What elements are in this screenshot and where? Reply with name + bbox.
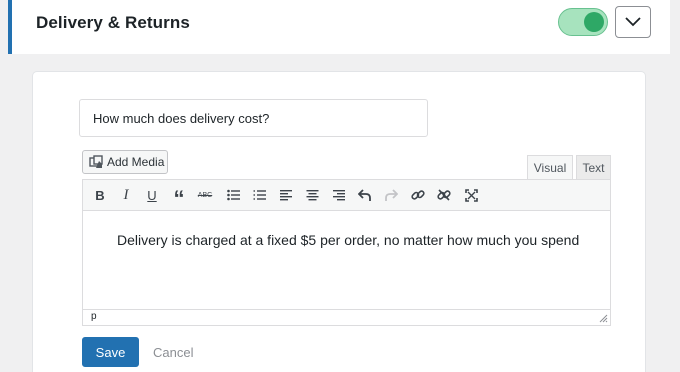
- editor-toolbar: B I U “ ABC: [83, 180, 610, 211]
- toggle-knob: [584, 12, 604, 32]
- add-media-label: Add Media: [107, 155, 165, 169]
- add-media-button[interactable]: Add Media: [82, 150, 168, 174]
- bold-icon[interactable]: B: [89, 185, 111, 205]
- align-left-icon[interactable]: [275, 185, 297, 205]
- numbered-list-icon[interactable]: [248, 185, 270, 205]
- faq-panel: Delivery & Returns Add Media Visual Text…: [8, 0, 670, 372]
- editor-statusbar: p: [83, 309, 610, 325]
- panel-title: Delivery & Returns: [36, 13, 190, 32]
- media-icon: [89, 155, 103, 168]
- fullscreen-icon[interactable]: [460, 185, 482, 205]
- chevron-down-icon: [625, 17, 641, 27]
- panel-header: Delivery & Returns: [8, 0, 670, 54]
- align-center-icon[interactable]: [301, 185, 323, 205]
- question-input[interactable]: [79, 99, 428, 137]
- blockquote-icon[interactable]: “: [168, 185, 190, 210]
- collapse-button[interactable]: [615, 6, 651, 38]
- editor-content[interactable]: Delivery is charged at a fixed $5 per or…: [117, 232, 579, 248]
- italic-icon[interactable]: I: [115, 185, 137, 205]
- element-path[interactable]: p: [91, 311, 97, 322]
- rich-text-editor[interactable]: B I U “ ABC Delivery is charged at a fix…: [82, 179, 611, 326]
- align-right-icon[interactable]: [327, 185, 349, 205]
- tab-visual[interactable]: Visual: [527, 155, 573, 180]
- underline-icon[interactable]: U: [141, 185, 163, 205]
- tab-text[interactable]: Text: [576, 155, 611, 180]
- cancel-link[interactable]: Cancel: [153, 345, 193, 360]
- unlink-icon[interactable]: [433, 185, 455, 205]
- undo-icon[interactable]: [354, 185, 376, 205]
- faq-card: Add Media Visual Text B I U “ ABC: [33, 72, 645, 372]
- redo-icon[interactable]: [380, 185, 402, 205]
- strikethrough-icon[interactable]: ABC: [194, 185, 216, 205]
- link-icon[interactable]: [407, 185, 429, 205]
- resize-handle-icon[interactable]: [599, 314, 608, 323]
- save-button[interactable]: Save: [82, 337, 139, 367]
- bullet-list-icon[interactable]: [222, 185, 244, 205]
- enable-toggle[interactable]: [558, 8, 608, 36]
